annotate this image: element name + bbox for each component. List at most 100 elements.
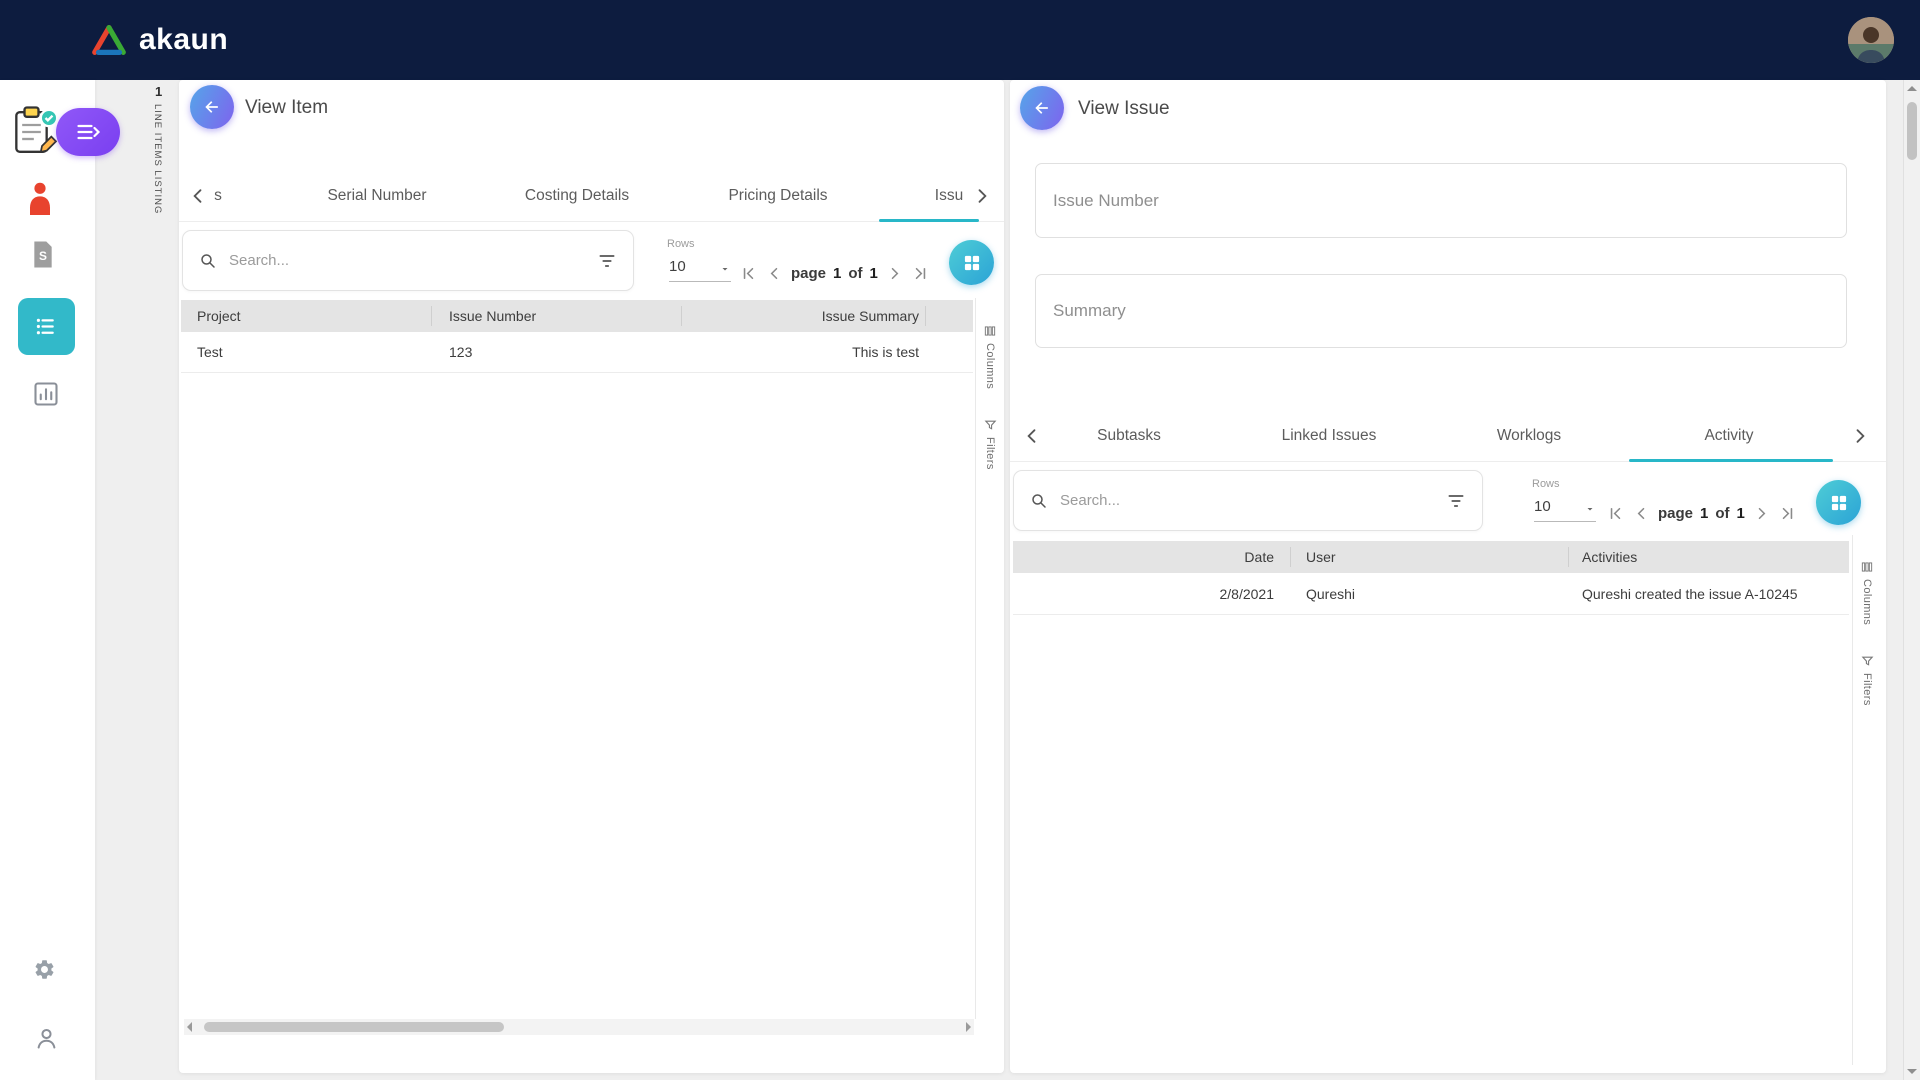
tab-subtasks[interactable]: Subtasks [1097,427,1161,445]
funnel-icon [1861,656,1873,666]
arrow-left-icon [1035,102,1048,114]
cell-project: Test [197,344,223,360]
scroll-left-arrow[interactable] [187,1022,192,1032]
cell-activity: Qureshi created the issue A-10245 [1582,585,1798,602]
page-scrollbar[interactable] [1903,80,1920,1080]
total-pages-number: 1 [869,265,878,282]
search-icon [201,253,215,268]
tab-issues-active[interactable]: Issu [935,187,963,205]
menu-toggle-button[interactable] [56,108,120,156]
tab-linked-issues[interactable]: Linked Issues [1282,427,1377,445]
columns-icon [1861,562,1873,572]
rows-per-page-select[interactable]: 10 [669,258,731,282]
rail-divider [975,298,976,1019]
search-input[interactable] [1058,491,1446,510]
settings-button[interactable] [33,958,56,981]
horizontal-scrollbar[interactable] [184,1019,974,1035]
layout-grid-button[interactable] [949,240,994,285]
active-tab-indicator [879,219,979,222]
tab-serial-number[interactable]: Serial Number [327,187,426,205]
tab-costing-details[interactable]: Costing Details [525,187,629,205]
tabs-scroll-right-button[interactable] [972,186,992,206]
chevron-left-icon [193,188,202,203]
user-avatar[interactable] [1848,17,1894,63]
tab-partial[interactable]: s [214,187,222,205]
last-page-button[interactable] [1778,504,1797,523]
column-divider [681,306,682,326]
column-divider [431,306,432,326]
app: akaun S 1 LINE ITEMS LISTING View Item s… [0,0,1920,1080]
table-side-rail: Columns Filters [978,324,1002,470]
tabs-scroll-left-button[interactable] [1022,426,1042,446]
table-row[interactable]: Test 123 This is test [181,332,973,373]
page-title: View Item [245,97,329,118]
filter-icon [599,254,615,267]
table-side-rail: Columns Filters [1855,560,1879,706]
columns-label: Columns [984,343,996,390]
table-row[interactable]: 2/8/2021 Qureshi Qureshi created the iss… [1013,573,1849,615]
top-bar: akaun [0,0,1920,80]
s-document-icon: S [34,241,52,268]
line-items-listing-label: LINE ITEMS LISTING [152,104,163,215]
page-scrollbar-thumb[interactable] [1907,102,1917,160]
sidebar-item-line-items-active[interactable] [18,298,75,355]
prev-page-button[interactable] [765,264,784,283]
sidebar-item-red-module[interactable] [24,180,56,218]
search-box [1013,470,1483,531]
filter-button[interactable] [1446,491,1466,511]
filters-toggle[interactable]: Filters [1861,655,1874,706]
logo[interactable]: akaun [90,0,228,80]
last-page-button[interactable] [911,264,930,283]
sidebar-item-s-document[interactable]: S [30,238,56,271]
filter-icon [1448,494,1464,507]
cell-issue-summary: This is test [852,344,919,360]
grid-icon [964,255,979,270]
horizontal-scrollbar-thumb[interactable] [204,1022,504,1032]
avatar-photo [1848,17,1894,63]
columns-toggle[interactable]: Columns [1860,560,1874,625]
caret-down-icon [1587,508,1593,511]
rows-per-page-select[interactable]: 10 [1534,498,1596,522]
filters-toggle[interactable]: Filters [984,419,997,470]
scroll-right-arrow[interactable] [966,1022,971,1032]
filter-button[interactable] [597,251,617,271]
next-page-button[interactable] [1752,504,1771,523]
summary-field[interactable]: Summary [1035,274,1847,348]
scroll-up-arrow[interactable] [1907,86,1917,91]
active-tab-indicator [1629,459,1833,462]
column-header-user: User [1306,549,1336,565]
rows-label: Rows [667,238,695,250]
caret-down-icon [722,268,728,271]
back-button[interactable] [190,85,234,129]
logo-text: akaun [139,23,229,56]
tab-worklogs[interactable]: Worklogs [1497,427,1561,445]
funnel-icon [984,420,996,430]
chevron-left-icon [1637,507,1645,520]
clipboard-illustration-icon [15,106,59,153]
next-page-button[interactable] [885,264,904,283]
pagination: page 1 of 1 [739,264,930,283]
summary-field-label: Summary [1053,301,1126,320]
sidebar-item-reports[interactable] [32,380,60,408]
page-title: View Issue [1078,98,1170,119]
page-word: page [1658,505,1694,522]
first-page-button[interactable] [1606,504,1625,523]
tab-activity-active[interactable]: Activity [1704,427,1753,445]
search-box [182,230,634,291]
layout-grid-button[interactable] [1816,480,1861,525]
profile-button[interactable] [33,1024,60,1053]
search-input[interactable] [227,251,597,270]
sidebar: S [0,80,120,1080]
tabs-scroll-right-button[interactable] [1850,426,1870,446]
scroll-down-arrow[interactable] [1907,1069,1917,1074]
first-page-icon [1610,507,1621,520]
columns-toggle[interactable]: Columns [983,324,997,389]
issue-number-field[interactable]: Issue Number [1035,163,1847,238]
prev-page-button[interactable] [1632,504,1651,523]
tab-pricing-details[interactable]: Pricing Details [728,187,827,205]
chevron-right-icon [978,188,987,203]
first-page-button[interactable] [739,264,758,283]
back-button[interactable] [1020,86,1064,130]
tabs-scroll-left-button[interactable] [188,186,208,206]
columns-label: Columns [1861,579,1873,626]
